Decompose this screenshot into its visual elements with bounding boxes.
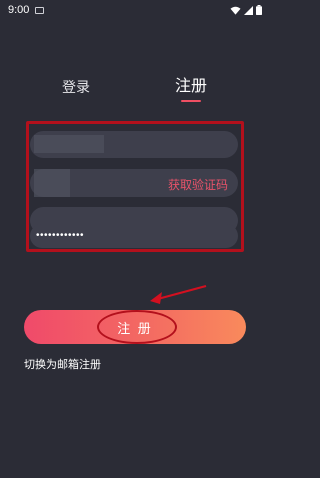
switch-to-email-register-link[interactable]: 切换为邮箱注册 (24, 356, 101, 372)
status-time: 9:00 (8, 4, 30, 16)
redacted-text-block (34, 135, 104, 153)
annotation-arrow-icon (150, 284, 207, 304)
active-tab-indicator (181, 100, 201, 102)
password-mask-text: •••••••••••• (36, 230, 85, 241)
signal-icon (244, 5, 253, 15)
register-button[interactable]: 注 册 (24, 310, 246, 344)
status-right (230, 5, 262, 15)
status-left: 9:00 (8, 4, 45, 16)
get-verification-code-button[interactable]: 获取验证码 (168, 176, 228, 193)
status-bar: 9:00 (0, 0, 270, 20)
register-button-label: 注 册 (117, 320, 153, 336)
tab-login[interactable]: 登录 (62, 77, 90, 97)
redacted-text-block (34, 169, 70, 197)
sim-card-icon (35, 6, 45, 14)
auth-tabs: 登录 注册 (0, 72, 270, 106)
battery-icon (256, 5, 262, 15)
form-field-1[interactable] (30, 131, 238, 158)
tab-register[interactable]: 注册 (175, 72, 207, 96)
password-field[interactable]: •••••••••••• (30, 224, 238, 248)
register-form: 获取验证码 •••••••••••• (26, 121, 244, 252)
wifi-icon (230, 6, 241, 15)
verification-code-field[interactable]: 获取验证码 (30, 169, 238, 197)
